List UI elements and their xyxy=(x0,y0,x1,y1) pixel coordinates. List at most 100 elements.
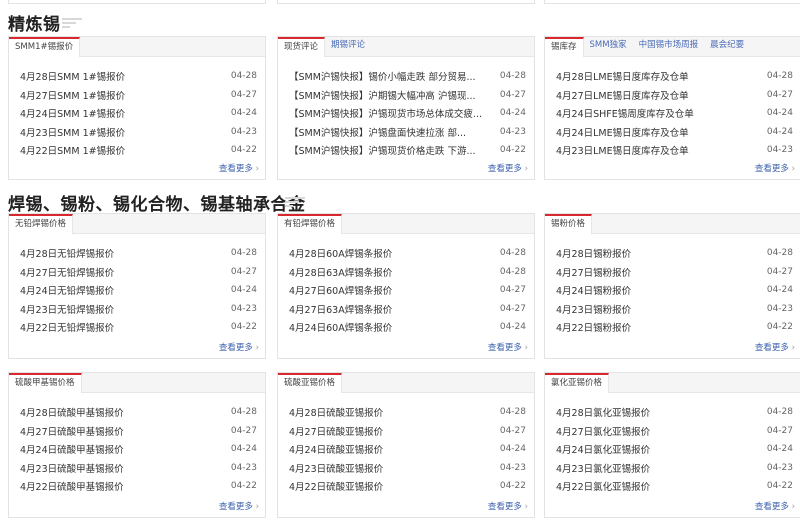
card-tab[interactable]: SMM1#锡报价 xyxy=(9,37,81,57)
news-item-title[interactable]: 4月27日63A焊锡条报价 xyxy=(289,302,392,316)
news-item-title[interactable]: 4月23日硫酸亚锡报价 xyxy=(289,461,383,475)
news-item[interactable]: 4月27日硫酸亚锡报价 04-27 xyxy=(289,422,526,441)
news-item-title[interactable]: 4月27日60A焊锡条报价 xyxy=(289,283,392,297)
news-item[interactable]: 4月27日无铅焊锡报价 04-27 xyxy=(20,263,257,282)
news-item-title[interactable]: 4月22日氯化亚锡报价 xyxy=(556,479,650,493)
news-item[interactable]: 【SMM沪锡快报】沪期锡大幅冲高 沪锡现... 04-27 xyxy=(289,86,526,105)
news-item[interactable]: 4月28日LME锡日度库存及仓单 04-28 xyxy=(556,67,793,86)
news-item-title[interactable]: 4月28日63A焊锡条报价 xyxy=(289,265,392,279)
news-item[interactable]: 4月23日SMM 1#锡报价 04-23 xyxy=(20,123,257,142)
news-item-title[interactable]: 4月24日SHFE锡周度库存及仓单 xyxy=(556,106,694,120)
news-item-title[interactable]: 4月24日SMM 1#锡报价 xyxy=(20,106,125,120)
news-item-title[interactable]: 4月27日LME锡日度库存及仓单 xyxy=(556,88,689,102)
news-item[interactable]: 4月27日锡粉报价 04-27 xyxy=(556,263,793,282)
news-item-title[interactable]: 4月27日SMM 1#锡报价 xyxy=(20,88,125,102)
news-item[interactable]: 4月28日63A焊锡条报价 04-28 xyxy=(289,263,526,282)
news-item[interactable]: 【SMM沪锡快报】沪锡盘面快速拉涨 部... 04-23 xyxy=(289,123,526,142)
news-item[interactable]: 【SMM沪锡快报】沪锡现货价格走跌 下游... 04-22 xyxy=(289,141,526,160)
view-more-link[interactable]: 查看更多 xyxy=(755,341,795,353)
news-item-title[interactable]: 4月28日60A焊锡条报价 xyxy=(289,246,392,260)
view-more-link[interactable]: 查看更多 xyxy=(488,162,528,174)
news-item-title[interactable]: 4月24日无铅焊锡报价 xyxy=(20,283,114,297)
news-item[interactable]: 4月24日60A焊锡条报价 04-24 xyxy=(289,318,526,337)
view-more-link[interactable]: 查看更多 xyxy=(488,500,528,512)
card-tab[interactable]: 有铅焊锡价格 xyxy=(278,214,343,234)
news-item[interactable]: 4月28日氯化亚锡报价 04-28 xyxy=(556,403,793,422)
news-item[interactable]: 4月23日硫酸亚锡报价 04-23 xyxy=(289,459,526,478)
news-item-title[interactable]: 4月28日SMM 1#锡报价 xyxy=(20,69,125,83)
news-item[interactable]: 4月24日氯化亚锡报价 04-24 xyxy=(556,440,793,459)
news-item-title[interactable]: 4月24日氯化亚锡报价 xyxy=(556,442,650,456)
news-item[interactable]: 4月27日SMM 1#锡报价 04-27 xyxy=(20,86,257,105)
news-item-title[interactable]: 【SMM沪锡快报】沪期锡大幅冲高 沪锡现... xyxy=(289,88,476,102)
news-item-title[interactable]: 4月24日60A焊锡条报价 xyxy=(289,320,392,334)
news-item[interactable]: 4月27日63A焊锡条报价 04-27 xyxy=(289,300,526,319)
news-item-title[interactable]: 4月28日氯化亚锡报价 xyxy=(556,405,650,419)
news-item-title[interactable]: 4月22日硫酸甲基锡报价 xyxy=(20,479,124,493)
news-item[interactable]: 4月23日锡粉报价 04-23 xyxy=(556,300,793,319)
news-item[interactable]: 4月24日LME锡日度库存及仓单 04-24 xyxy=(556,123,793,142)
news-item-title[interactable]: 4月28日锡粉报价 xyxy=(556,246,631,260)
news-item[interactable]: 4月28日硫酸甲基锡报价 04-28 xyxy=(20,403,257,422)
news-item[interactable]: 4月28日硫酸亚锡报价 04-28 xyxy=(289,403,526,422)
card-tab[interactable]: 锡粉价格 xyxy=(545,214,593,234)
news-item[interactable]: 【SMM沪锡快报】锡价小幅走跌 部分贸易... 04-28 xyxy=(289,67,526,86)
card-tab[interactable]: 锡库存 xyxy=(545,37,584,57)
news-item[interactable]: 4月24日锡粉报价 04-24 xyxy=(556,281,793,300)
news-item-title[interactable]: 4月28日硫酸甲基锡报价 xyxy=(20,405,124,419)
news-item[interactable]: 4月24日SHFE锡周度库存及仓单 04-24 xyxy=(556,104,793,123)
news-item-title[interactable]: 4月23日硫酸甲基锡报价 xyxy=(20,461,124,475)
news-item-title[interactable]: 4月27日锡粉报价 xyxy=(556,265,631,279)
news-item[interactable]: 【SMM沪锡快报】沪锡现货市场总体成交疲... 04-24 xyxy=(289,104,526,123)
news-item[interactable]: 4月28日锡粉报价 04-28 xyxy=(556,244,793,263)
view-more-link[interactable]: 查看更多 xyxy=(755,162,795,174)
news-item-title[interactable]: 4月27日氯化亚锡报价 xyxy=(556,424,650,438)
news-item-title[interactable]: 4月24日硫酸亚锡报价 xyxy=(289,442,383,456)
news-item-title[interactable]: 【SMM沪锡快报】沪锡现货价格走跌 下游... xyxy=(289,143,476,157)
news-item-title[interactable]: 4月24日LME锡日度库存及仓单 xyxy=(556,125,689,139)
news-item-title[interactable]: 4月24日锡粉报价 xyxy=(556,283,631,297)
card-tab[interactable]: 硫酸甲基锡价格 xyxy=(9,373,82,393)
news-item[interactable]: 4月22日SMM 1#锡报价 04-22 xyxy=(20,141,257,160)
card-tab[interactable]: 晨会纪要 xyxy=(704,36,750,56)
news-item-title[interactable]: 4月22日SMM 1#锡报价 xyxy=(20,143,125,157)
news-item-title[interactable]: 4月27日硫酸亚锡报价 xyxy=(289,424,383,438)
news-item-title[interactable]: 4月27日硫酸甲基锡报价 xyxy=(20,424,124,438)
news-item[interactable]: 4月24日无铅焊锡报价 04-24 xyxy=(20,281,257,300)
news-item-title[interactable]: 4月28日LME锡日度库存及仓单 xyxy=(556,69,689,83)
news-item[interactable]: 4月27日氯化亚锡报价 04-27 xyxy=(556,422,793,441)
card-tab[interactable]: 中国锡市场周报 xyxy=(633,36,705,56)
card-tab[interactable]: 氯化亚锡价格 xyxy=(545,373,610,393)
news-item[interactable]: 4月22日硫酸甲基锡报价 04-22 xyxy=(20,477,257,496)
news-item[interactable]: 4月24日SMM 1#锡报价 04-24 xyxy=(20,104,257,123)
news-item[interactable]: 4月22日无铅焊锡报价 04-22 xyxy=(20,318,257,337)
news-item[interactable]: 4月28日SMM 1#锡报价 04-28 xyxy=(20,67,257,86)
card-tab[interactable]: 无铅焊锡价格 xyxy=(9,214,74,234)
news-item[interactable]: 4月28日无铅焊锡报价 04-28 xyxy=(20,244,257,263)
news-item-title[interactable]: 4月22日硫酸亚锡报价 xyxy=(289,479,383,493)
news-item[interactable]: 4月22日氯化亚锡报价 04-22 xyxy=(556,477,793,496)
view-more-link[interactable]: 查看更多 xyxy=(219,162,259,174)
news-item[interactable]: 4月23日LME锡日度库存及仓单 04-23 xyxy=(556,141,793,160)
news-item-title[interactable]: 4月24日硫酸甲基锡报价 xyxy=(20,442,124,456)
view-more-link[interactable]: 查看更多 xyxy=(755,500,795,512)
view-more-link[interactable]: 查看更多 xyxy=(488,341,528,353)
news-item[interactable]: 4月23日氯化亚锡报价 04-23 xyxy=(556,459,793,478)
news-item-title[interactable]: 【SMM沪锡快报】沪锡现货市场总体成交疲... xyxy=(289,106,482,120)
view-more-link[interactable]: 查看更多 xyxy=(219,341,259,353)
card-tab[interactable]: 现货评论 xyxy=(278,37,326,57)
news-item-title[interactable]: 4月23日SMM 1#锡报价 xyxy=(20,125,125,139)
news-item[interactable]: 4月22日锡粉报价 04-22 xyxy=(556,318,793,337)
news-item-title[interactable]: 4月22日锡粉报价 xyxy=(556,320,631,334)
view-more-link[interactable]: 查看更多 xyxy=(219,500,259,512)
news-item[interactable]: 4月24日硫酸亚锡报价 04-24 xyxy=(289,440,526,459)
news-item-title[interactable]: 4月23日锡粉报价 xyxy=(556,302,631,316)
news-item-title[interactable]: 4月23日氯化亚锡报价 xyxy=(556,461,650,475)
card-tab[interactable]: SMM独家 xyxy=(584,36,633,56)
card-tab[interactable]: 期锡评论 xyxy=(325,36,371,56)
news-item-title[interactable]: 4月23日无铅焊锡报价 xyxy=(20,302,114,316)
news-item[interactable]: 4月28日60A焊锡条报价 04-28 xyxy=(289,244,526,263)
news-item-title[interactable]: 【SMM沪锡快报】沪锡盘面快速拉涨 部... xyxy=(289,125,466,139)
card-tab[interactable]: 硫酸亚锡价格 xyxy=(278,373,343,393)
news-item-title[interactable]: 4月22日无铅焊锡报价 xyxy=(20,320,114,334)
